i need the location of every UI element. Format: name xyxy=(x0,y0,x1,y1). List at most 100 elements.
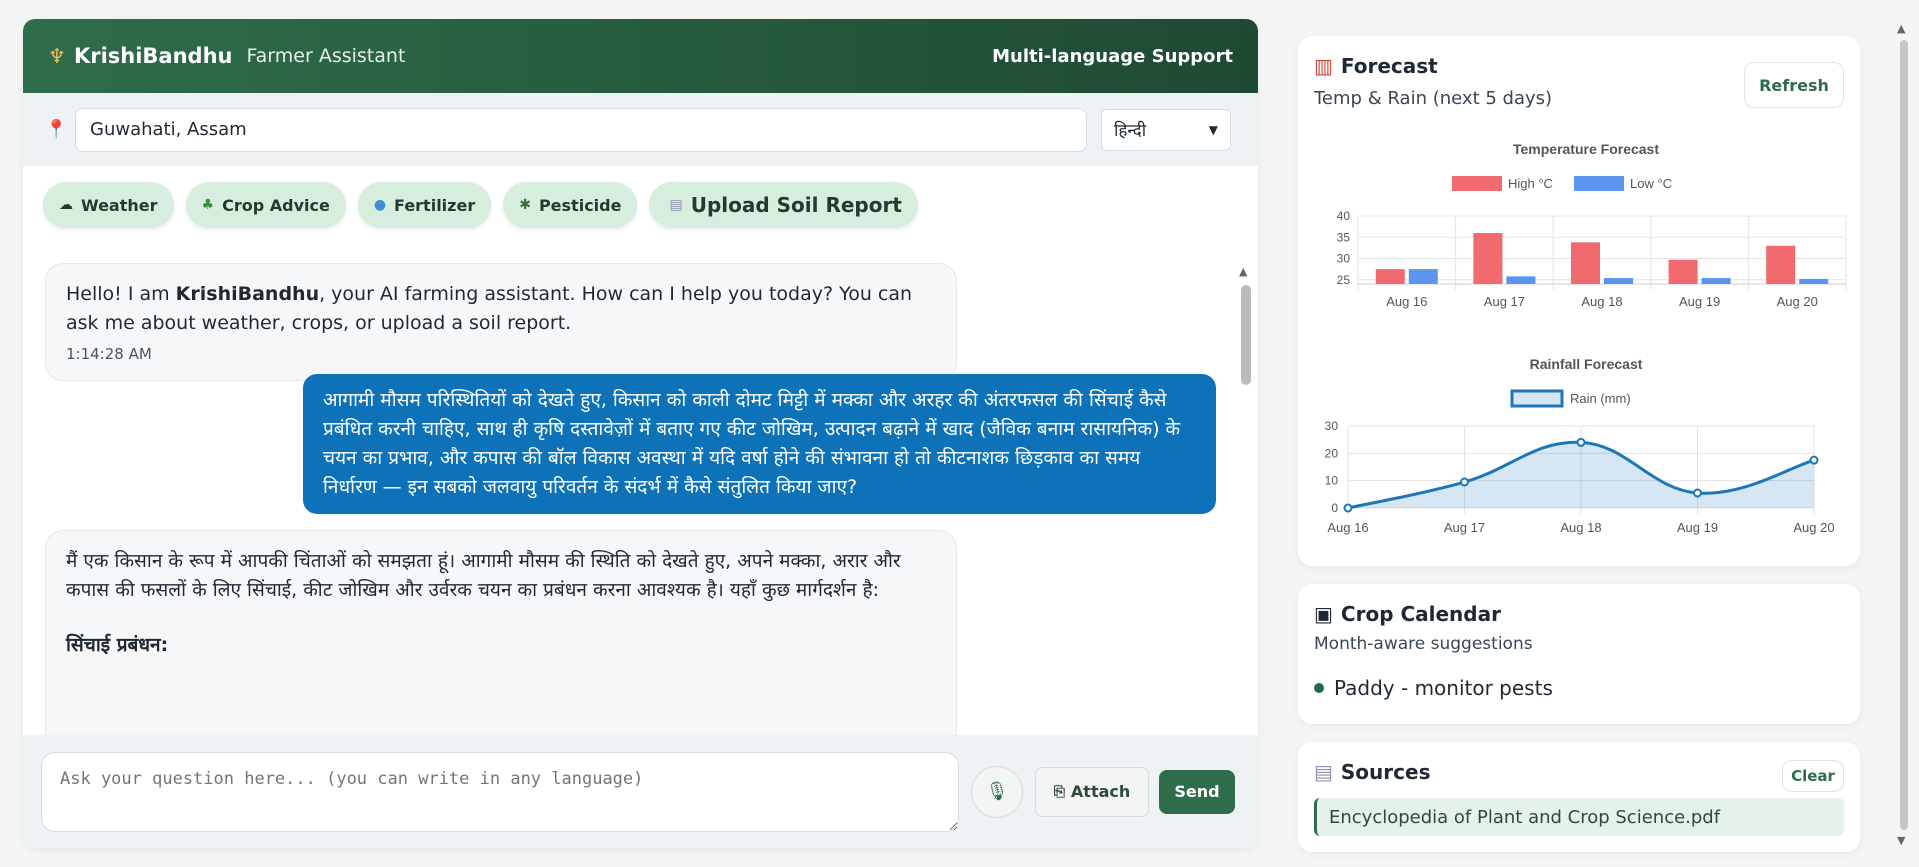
cloud-icon: ☁ xyxy=(59,197,73,213)
wheat-icon: ♆ xyxy=(48,44,66,68)
crop-advice-chip[interactable]: ♣ Crop Advice xyxy=(185,182,346,228)
crop-advice-chip-label: Crop Advice xyxy=(222,195,330,215)
low-temp-bar xyxy=(1799,278,1829,284)
chat-panel: ♆ KrishiBandhu Farmer Assistant Multi-la… xyxy=(23,19,1258,848)
rainfall-area xyxy=(1348,442,1814,508)
high-temp-bar xyxy=(1473,233,1503,284)
attach-label: Attach xyxy=(1070,782,1131,801)
temperature-y-tick: 30 xyxy=(1337,252,1351,266)
crop-calendar-title: Crop Calendar xyxy=(1340,602,1501,626)
crop-calendar-title-row: ▣ Crop Calendar xyxy=(1314,602,1844,626)
location-pin-icon: 📍 xyxy=(45,119,68,140)
attach-button[interactable]: ⎘ Attach xyxy=(1035,766,1149,817)
forecast-title: Forecast xyxy=(1340,54,1438,78)
rainfall-legend: Rain (mm) xyxy=(1510,389,1631,408)
temperature-chart: Temperature Forecast High °C Low °C 25 30 3… xyxy=(1337,141,1847,309)
pesticide-chip[interactable]: ✱ Pesticide xyxy=(503,182,638,228)
chat-scroll-thumb[interactable] xyxy=(1241,285,1251,385)
bot-reply-message: मैं एक किसान के रूप में आपकी चिंताओं को … xyxy=(45,530,957,754)
welcome-brand: KrishiBandhu xyxy=(175,283,320,305)
low-temp-bar xyxy=(1408,269,1438,284)
document-icon: ▤ xyxy=(1314,760,1333,784)
brand-name: KrishiBandhu xyxy=(73,44,233,68)
rainfall-chart-title: Rainfall Forecast xyxy=(1530,356,1643,372)
location-input[interactable] xyxy=(75,107,1087,152)
temperature-y-tick: 40 xyxy=(1337,209,1351,223)
crop-calendar-card: ▣ Crop Calendar Month-aware suggestions … xyxy=(1298,584,1860,724)
multi-language-label: Multi-language Support xyxy=(992,45,1233,67)
bot-reply-heading: सिंचाई प्रबंधन: xyxy=(66,634,169,656)
legend-low-swatch xyxy=(1574,176,1624,191)
scroll-up-icon[interactable]: ▲ xyxy=(1239,265,1247,278)
rainfall-x-tick: Aug 17 xyxy=(1444,520,1485,535)
temperature-y-tick: 25 xyxy=(1337,273,1351,287)
composer-bar: 🎙 ⎘ Attach Send xyxy=(23,735,1258,848)
quick-actions: ☁ Weather ♣ Crop Advice ● Fertilizer ✱ P… xyxy=(23,166,1258,244)
bug-icon: ✱ xyxy=(519,197,531,213)
legend-high-label: High °C xyxy=(1508,176,1553,191)
rainfall-y-tick: 0 xyxy=(1331,501,1338,515)
brand-subtitle: Farmer Assistant xyxy=(246,45,406,67)
sources-card: ▤ Sources Clear Encyclopedia of Plant an… xyxy=(1298,742,1860,852)
high-temp-bar xyxy=(1766,245,1796,284)
user-message: आगामी मौसम परिस्थितियों को देखते हुए, कि… xyxy=(303,374,1216,514)
rainfall-x-tick: Aug 18 xyxy=(1560,520,1601,535)
rainfall-point xyxy=(1576,437,1586,447)
legend-rain-label: Rain (mm) xyxy=(1570,391,1631,406)
fertilizer-chip[interactable]: ● Fertilizer xyxy=(357,182,492,228)
fertilizer-chip-label: Fertilizer xyxy=(394,195,476,215)
rainfall-series xyxy=(1343,437,1819,513)
source-item[interactable]: Encyclopedia of Plant and Crop Science.p… xyxy=(1314,798,1844,836)
chevron-down-icon: ▼ xyxy=(1208,122,1218,137)
rainfall-y-tick: 10 xyxy=(1325,474,1339,488)
weather-chip[interactable]: ☁ Weather xyxy=(43,182,174,228)
clear-sources-button[interactable]: Clear xyxy=(1782,760,1844,792)
rainfall-y-tick: 20 xyxy=(1325,446,1339,460)
microphone-icon: 🎙 xyxy=(985,781,1009,802)
temperature-y-tick: 35 xyxy=(1337,230,1351,244)
sources-title: Sources xyxy=(1340,760,1431,784)
legend-rain-swatch xyxy=(1510,389,1564,408)
microphone-button[interactable]: 🎙 xyxy=(971,765,1023,818)
temperature-legend: High °C Low °C xyxy=(1452,176,1672,191)
refresh-button[interactable]: Refresh xyxy=(1744,62,1844,108)
upload-soil-report-label: Upload Soil Report xyxy=(690,193,902,217)
legend-high-swatch xyxy=(1452,176,1502,191)
rainfall-point xyxy=(1693,488,1702,498)
bot-message-text: Hello! I am KrishiBandhu, your AI farmin… xyxy=(66,280,936,338)
page-scroll-down-icon[interactable]: ▼ xyxy=(1897,834,1905,847)
page-scroll-up-icon[interactable]: ▲ xyxy=(1897,22,1905,35)
temperature-x-tick: Aug 20 xyxy=(1777,294,1818,309)
bullet-dot-icon xyxy=(1314,683,1324,693)
rainfall-x-tick: Aug 20 xyxy=(1793,520,1834,535)
droplet-icon: ● xyxy=(373,197,387,213)
question-input[interactable] xyxy=(41,751,959,832)
rainfall-x-tick: Aug 19 xyxy=(1677,520,1718,535)
low-temp-bar xyxy=(1506,276,1536,284)
rainfall-point xyxy=(1343,503,1353,513)
calendar-icon: ▣ xyxy=(1314,602,1333,626)
page-scrollbar[interactable]: ▲ ▼ xyxy=(1897,22,1911,847)
language-select[interactable]: हिन्दी ▼ xyxy=(1101,108,1231,151)
upload-soil-report-chip[interactable]: ▤ Upload Soil Report xyxy=(649,182,918,228)
low-temp-bar xyxy=(1701,278,1731,284)
rainfall-y-tick: 30 xyxy=(1325,419,1339,433)
bar-chart-icon: ▥ xyxy=(1314,54,1333,78)
chat-scrollbar[interactable]: ▲ ▼ xyxy=(1239,265,1253,750)
rainfall-chart: Rainfall Forecast Rain (mm) 0 10 20 30 Aug 1… xyxy=(1325,356,1835,535)
crop-calendar-subtitle: Month-aware suggestions xyxy=(1314,634,1533,654)
user-message-text: आगामी मौसम परिस्थितियों को देखते हुए, कि… xyxy=(323,389,1181,498)
crop-calendar-item-label: Paddy - monitor pests xyxy=(1334,676,1553,700)
rainfall-x-tick: Aug 16 xyxy=(1327,520,1368,535)
page-scroll-thumb[interactable] xyxy=(1900,40,1908,830)
send-button[interactable]: Send xyxy=(1159,769,1235,814)
bot-message: Hello! I am KrishiBandhu, your AI farmin… xyxy=(45,263,957,381)
seedling-icon: ♣ xyxy=(201,197,215,213)
crop-calendar-item: Paddy - monitor pests xyxy=(1314,676,1844,700)
welcome-text-start: Hello! I am xyxy=(66,283,176,305)
rainfall-point xyxy=(1460,477,1469,487)
message-timestamp: 1:14:28 AM xyxy=(66,345,152,363)
pesticide-chip-label: Pesticide xyxy=(538,195,622,215)
message-list[interactable]: Hello! I am KrishiBandhu, your AI farmin… xyxy=(23,244,1258,754)
location-bar: 📍 हिन्दी ▼ xyxy=(23,93,1258,166)
